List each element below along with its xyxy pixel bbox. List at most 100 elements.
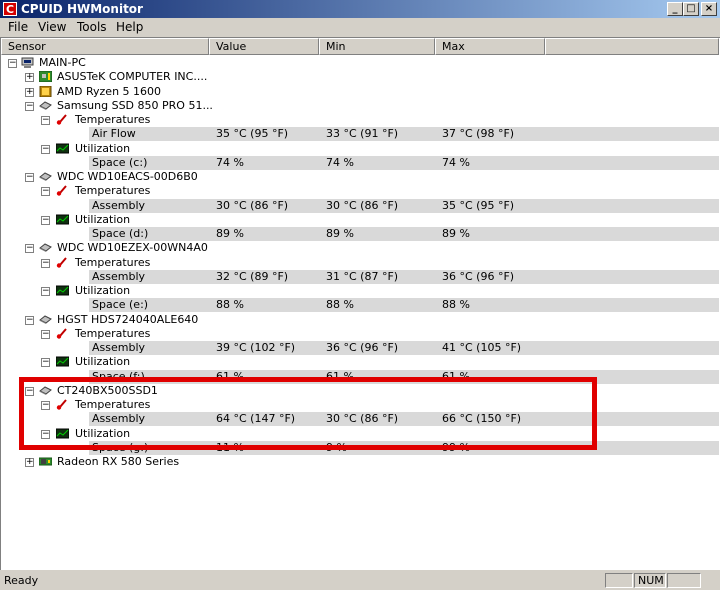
column-header-spacer bbox=[545, 38, 719, 55]
close-button[interactable]: × bbox=[701, 2, 717, 16]
expand-icon[interactable]: + bbox=[25, 73, 34, 83]
expand-icon[interactable]: + bbox=[25, 87, 34, 97]
collapse-icon[interactable]: − bbox=[41, 187, 50, 197]
row-band bbox=[89, 341, 719, 355]
sensor-row-temperature[interactable]: Air Flow 35 °C (95 °F) 33 °C (91 °F) 37 °C … bbox=[1, 127, 719, 142]
sensor-row-utilization[interactable]: Space (d:) 89 % 89 % 89 % bbox=[1, 227, 719, 241]
tree-root[interactable]: − MAIN-PC bbox=[1, 56, 719, 70]
group-utilization[interactable]: − Utilization bbox=[1, 213, 719, 227]
collapse-icon[interactable]: − bbox=[41, 358, 50, 368]
min-cell: 74 % bbox=[326, 155, 354, 169]
utilization-icon bbox=[55, 285, 70, 296]
status-box-empty bbox=[605, 573, 633, 588]
sensor-label: Utilization bbox=[75, 141, 131, 155]
collapse-icon[interactable]: − bbox=[8, 59, 17, 68]
sensor-tree[interactable]: Sensor Value Min Max − MAIN-PC + ASUSTeK CO… bbox=[0, 37, 720, 570]
collapse-icon[interactable]: − bbox=[41, 116, 50, 125]
value-cell: 88 % bbox=[216, 298, 244, 312]
sensor-label: MAIN-PC bbox=[39, 56, 86, 69]
collapse-icon[interactable]: − bbox=[41, 258, 50, 268]
maximize-button[interactable]: □ bbox=[683, 2, 699, 16]
thermometer-icon bbox=[56, 328, 69, 339]
collapse-icon[interactable]: − bbox=[41, 215, 50, 225]
menu-bar: File View Tools Help bbox=[0, 18, 720, 36]
row-band bbox=[89, 155, 719, 170]
menu-file[interactable]: File bbox=[8, 20, 28, 34]
sensor-label: Temperatures bbox=[75, 184, 151, 198]
collapse-icon[interactable]: − bbox=[41, 329, 50, 339]
sensor-label: WDC WD10EACS-00D6B0 bbox=[57, 170, 198, 183]
sensor-row-temperature[interactable]: Assembly 39 °C (102 °F) 36 °C (96 °F) 41 °C… bbox=[1, 341, 719, 355]
computer-icon bbox=[21, 57, 34, 68]
device-row[interactable]: + AMD Ryzen 5 1600 bbox=[1, 85, 719, 99]
sensor-row-temperature[interactable]: Assembly 30 °C (86 °F) 30 °C (86 °F) 35 °C … bbox=[1, 198, 719, 213]
device-row[interactable]: + Radeon RX 580 Series bbox=[1, 455, 719, 469]
min-cell: 31 °C (87 °F) bbox=[326, 269, 399, 283]
min-cell: 33 °C (91 °F) bbox=[326, 127, 399, 141]
sensor-label: Utilization bbox=[75, 355, 131, 369]
column-header-min[interactable]: Min bbox=[319, 38, 435, 55]
device-row[interactable]: − WDC WD10EZEX-00WN4A0 bbox=[1, 241, 719, 255]
sensor-label: Space (c:) bbox=[92, 155, 148, 169]
row-band bbox=[89, 298, 719, 313]
thermometer-icon bbox=[56, 256, 69, 268]
device-row[interactable]: − WDC WD10EACS-00D6B0 bbox=[1, 170, 719, 184]
group-temperatures[interactable]: − Temperatures bbox=[1, 184, 719, 198]
value-cell: 30 °C (86 °F) bbox=[216, 198, 289, 212]
row-band bbox=[89, 269, 719, 284]
highlight-box bbox=[19, 377, 597, 450]
collapse-icon[interactable]: − bbox=[41, 144, 50, 154]
column-header-sensor[interactable]: Sensor bbox=[1, 38, 209, 55]
collapse-icon[interactable]: − bbox=[41, 287, 50, 296]
sensor-row-utilization[interactable]: Space (c:) 74 % 74 % 74 % bbox=[1, 155, 719, 170]
motherboard-icon bbox=[38, 70, 53, 83]
utilization-icon bbox=[55, 356, 70, 367]
sensor-label: Space (d:) bbox=[92, 227, 149, 240]
sensor-label: Assembly bbox=[92, 198, 146, 212]
thermometer-icon bbox=[56, 114, 69, 125]
status-box-empty-2 bbox=[667, 573, 701, 588]
sensor-row-utilization[interactable]: Space (e:) 88 % 88 % 88 % bbox=[1, 298, 719, 313]
sensor-label: AMD Ryzen 5 1600 bbox=[57, 84, 162, 98]
title-bar[interactable]: C CPUID HWMonitor _ □ × bbox=[0, 0, 720, 18]
device-row[interactable]: − Samsung SSD 850 PRO 51... bbox=[1, 99, 719, 113]
window-title: CPUID HWMonitor bbox=[21, 2, 143, 16]
max-cell: 74 % bbox=[442, 155, 470, 169]
menu-help[interactable]: Help bbox=[116, 20, 143, 34]
group-utilization[interactable]: − Utilization bbox=[1, 355, 719, 369]
group-temperatures[interactable]: − Temperatures bbox=[1, 256, 719, 270]
num-lock-indicator: NUM bbox=[634, 573, 666, 588]
row-band bbox=[89, 198, 719, 213]
group-utilization[interactable]: − Utilization bbox=[1, 142, 719, 156]
sensor-label: Assembly bbox=[92, 341, 146, 354]
group-temperatures[interactable]: − Temperatures bbox=[1, 327, 719, 341]
device-row[interactable]: − HGST HDS724040ALE640 bbox=[1, 313, 719, 327]
collapse-icon[interactable]: − bbox=[25, 173, 34, 182]
collapse-icon[interactable]: − bbox=[25, 101, 34, 111]
device-row[interactable]: + ASUSTeK COMPUTER INC.... bbox=[1, 70, 719, 84]
sensor-label: Utilization bbox=[75, 212, 131, 226]
group-temperatures[interactable]: − Temperatures bbox=[1, 113, 719, 127]
menu-view[interactable]: View bbox=[38, 20, 66, 34]
value-cell: 89 % bbox=[216, 227, 244, 240]
column-header-value[interactable]: Value bbox=[209, 38, 319, 55]
sensor-label: Temperatures bbox=[75, 326, 151, 340]
row-band bbox=[89, 227, 719, 241]
minimize-button[interactable]: _ bbox=[667, 2, 683, 16]
column-header-max[interactable]: Max bbox=[435, 38, 545, 55]
collapse-icon[interactable]: − bbox=[25, 244, 34, 254]
group-utilization[interactable]: − Utilization bbox=[1, 284, 719, 298]
value-cell: 39 °C (102 °F) bbox=[216, 341, 296, 354]
sensor-row-temperature[interactable]: Assembly 32 °C (89 °F) 31 °C (87 °F) 36 °C … bbox=[1, 269, 719, 284]
hwmonitor-window: C CPUID HWMonitor _ □ × File View Tools … bbox=[0, 0, 720, 590]
min-cell: 88 % bbox=[326, 298, 354, 312]
sensor-label: Radeon RX 580 Series bbox=[57, 455, 180, 468]
min-cell: 30 °C (86 °F) bbox=[326, 198, 399, 212]
max-cell: 35 °C (95 °F) bbox=[442, 198, 515, 212]
row-band bbox=[89, 127, 719, 142]
gpu-icon bbox=[38, 456, 53, 467]
sensor-label: Assembly bbox=[92, 269, 146, 283]
collapse-icon[interactable]: − bbox=[25, 315, 34, 325]
expand-icon[interactable]: + bbox=[25, 458, 34, 467]
menu-tools[interactable]: Tools bbox=[77, 20, 107, 34]
